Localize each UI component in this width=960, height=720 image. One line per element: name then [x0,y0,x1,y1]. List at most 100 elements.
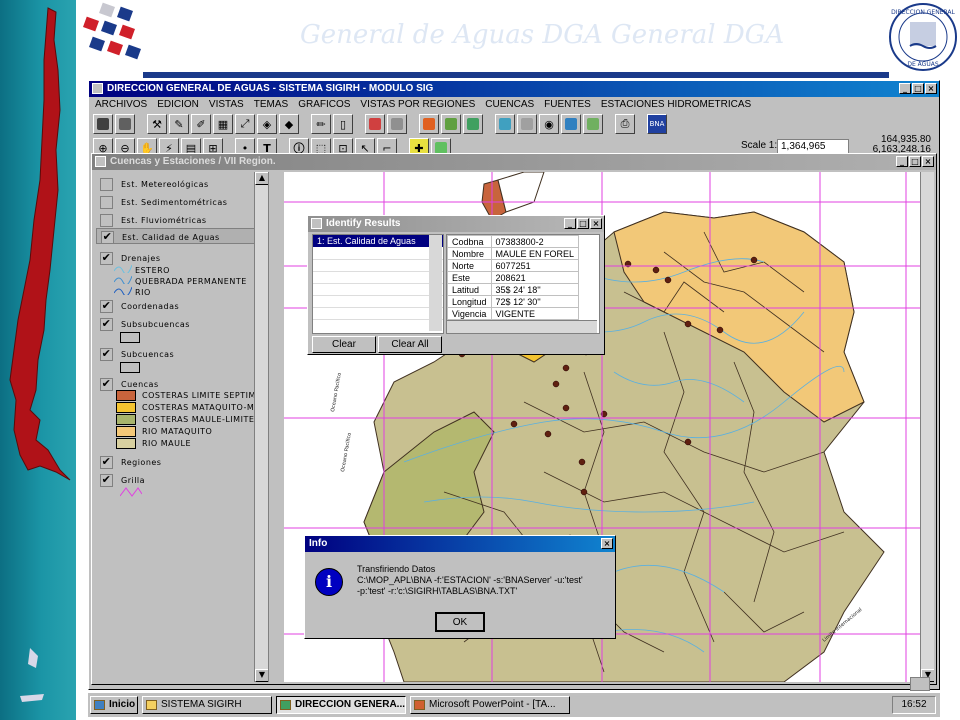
view-minimize-button[interactable]: _ [896,156,908,167]
identify-hscrollbar[interactable] [447,320,597,333]
maximize-button[interactable]: □ [912,83,924,94]
checkbox-checked[interactable]: ✔ [100,456,113,469]
identify-list-item[interactable]: 1: Est. Calidad de Aguas [313,235,443,247]
identify-titlebar[interactable]: Identify Results _ □ × [308,216,604,232]
taskbar-sistema-sigirh[interactable]: SISTEMA SIGIRH [142,696,272,714]
map-scrollbar[interactable]: ▼ [920,172,934,682]
zoom-previous-icon[interactable]: ◈ [257,114,277,134]
menu-archivos[interactable]: ARCHIVOS [95,97,147,112]
menu-fuentes[interactable]: FUENTES [544,97,591,112]
zoom-extent-icon[interactable]: ⤢ [235,114,255,134]
layer-est-calidad-aguas[interactable]: ✔ Est. Calidad de Aguas [96,228,264,244]
scroll-up-icon[interactable]: ▲ [255,172,268,185]
checkbox[interactable] [100,214,113,227]
layer-est-fluviometricas[interactable]: Est. Fluviométricas [100,214,207,227]
menu-vistas[interactable]: VISTAS [209,97,244,112]
main-titlebar[interactable]: DIRECCION GENERAL DE AGUAS - SISTEMA SIG… [89,81,939,97]
view-close-button[interactable]: × [922,156,934,167]
info-titlebar[interactable]: Info × [305,536,615,552]
identify-close-button[interactable]: × [590,218,602,229]
hammer-icon[interactable]: ⚒ [147,114,167,134]
info-dialog: Info × i Transfiriendo Datos C:\MOP_APL\… [304,535,616,639]
toolbar-top: ⚒ ✎ ✐ ▦ ⤢ ◈ ◆ ✏ ▯ ◉ ⎙ BNA [89,112,939,136]
legend-scrollbar[interactable]: ▲ ▼ [254,172,268,682]
clear-button[interactable]: Clear [312,336,376,353]
table-row: Codbna 07383800-2 [447,235,580,248]
info-close-button[interactable]: × [601,538,613,549]
taskbar: Inicio SISTEMA SIGIRH DIRECCION GENERA..… [88,677,940,717]
zoom-full-icon[interactable]: ▦ [213,114,233,134]
print-map-icon[interactable] [387,114,407,134]
layer-coordenadas[interactable]: ✔ Coordenadas [100,300,179,313]
layer-est-metereologicas[interactable]: Est. Metereológicas [100,178,209,191]
cuenca-rio-mataquito: RIO MATAQUITO [116,426,212,437]
minimize-button[interactable]: _ [899,83,911,94]
layer-est-sedimentometricas[interactable]: Est. Sedimentométricas [100,196,227,209]
layout-icon[interactable]: ▯ [333,114,353,134]
bna-icon[interactable]: BNA [647,114,667,134]
start-button[interactable]: Inicio [90,696,138,714]
powerpoint-icon [414,700,425,710]
sediment-station-icon[interactable] [517,114,537,134]
checkbox-checked[interactable]: ✔ [100,474,113,487]
identify-list[interactable]: 1: Est. Calidad de Aguas [312,234,444,334]
menu-temas[interactable]: TEMAS [254,97,288,112]
layer-subcuencas[interactable]: ✔ Subcuencas [100,348,174,361]
checkbox-checked[interactable]: ✔ [100,318,113,331]
zoom-back-icon[interactable]: ◆ [279,114,299,134]
chile-map-decoration [9,7,71,702]
close-button[interactable]: × [925,83,937,94]
pen-icon[interactable]: ✏ [311,114,331,134]
subsubcuencas-swatch [120,332,146,343]
tray-app-icon[interactable] [910,677,930,691]
taskbar-powerpoint[interactable]: Microsoft PowerPoint - [TA... [410,696,570,714]
printer-icon[interactable]: ⎙ [615,114,635,134]
checkbox-checked[interactable]: ✔ [100,348,113,361]
table-icon[interactable] [115,114,135,134]
edit-vertex-icon[interactable]: ✐ [191,114,211,134]
taskbar-direccion-general[interactable]: DIRECCION GENERA... [276,696,406,714]
view-maximize-button[interactable]: □ [909,156,921,167]
view-titlebar[interactable]: Cuencas y Estaciones / VII Region. _ □ × [92,154,936,170]
scale-label: Scale 1: [741,140,778,151]
checkbox-checked[interactable]: ✔ [100,252,113,265]
identify-minimize-button[interactable]: _ [564,218,576,229]
eye-station-icon[interactable]: ◉ [539,114,559,134]
scale-input[interactable]: 1,364,965 [777,139,849,154]
layer-subsubcuencas[interactable]: ✔ Subsubcuencas [100,318,190,331]
rain-station-icon[interactable] [495,114,515,134]
table-row: Vigencia VIGENTE [447,307,580,320]
menu-cuencas[interactable]: CUENCAS [485,97,534,112]
checkbox-checked[interactable]: ✔ [101,231,114,244]
menu-graficos[interactable]: GRAFICOS [298,97,350,112]
drenaje-quebrada: QUEBRADA PERMANENTE [113,275,247,286]
identify-maximize-button[interactable]: □ [577,218,589,229]
identify-list-scrollbar[interactable] [429,235,442,331]
scroll-down-icon[interactable]: ▼ [255,669,268,682]
menu-estaciones-hidrometricas[interactable]: ESTACIONES HIDROMETRICAS [601,97,751,112]
clear-all-button[interactable]: Clear All [378,336,442,353]
flow-station-icon[interactable] [561,114,581,134]
view-title: Cuencas y Estaciones / VII Region. [110,156,276,167]
table-of-contents: Est. Metereológicas Est. Sedimentométric… [94,172,269,682]
main-window-title: DIRECCION GENERAL DE AGUAS - SISTEMA SIG… [107,83,434,94]
subcuencas-swatch [120,362,146,373]
ok-button[interactable]: OK [435,612,485,632]
basin-icon[interactable] [419,114,439,134]
vegetation-icon[interactable] [463,114,483,134]
save-icon[interactable] [93,114,113,134]
checkbox-checked[interactable]: ✔ [100,300,113,313]
quality-station-icon[interactable] [583,114,603,134]
checkbox[interactable] [100,178,113,191]
info-message-line3: -p:'test' -r:'c:\SIGIRH\TABLAS\BNA.TXT' [357,586,518,596]
menu-edicion[interactable]: EDICION [157,97,199,112]
clock: 16:52 [901,699,927,710]
checkbox-checked[interactable]: ✔ [100,378,113,391]
layer-regiones[interactable]: ✔ Regiones [100,456,161,469]
menu-vistas-por-regiones[interactable]: VISTAS POR REGIONES [360,97,475,112]
terrain-icon[interactable] [441,114,461,134]
map-label-coast-2: Oceano Pacifico [340,432,353,472]
edit-icon[interactable]: ✎ [169,114,189,134]
region-map-icon[interactable] [365,114,385,134]
checkbox[interactable] [100,196,113,209]
